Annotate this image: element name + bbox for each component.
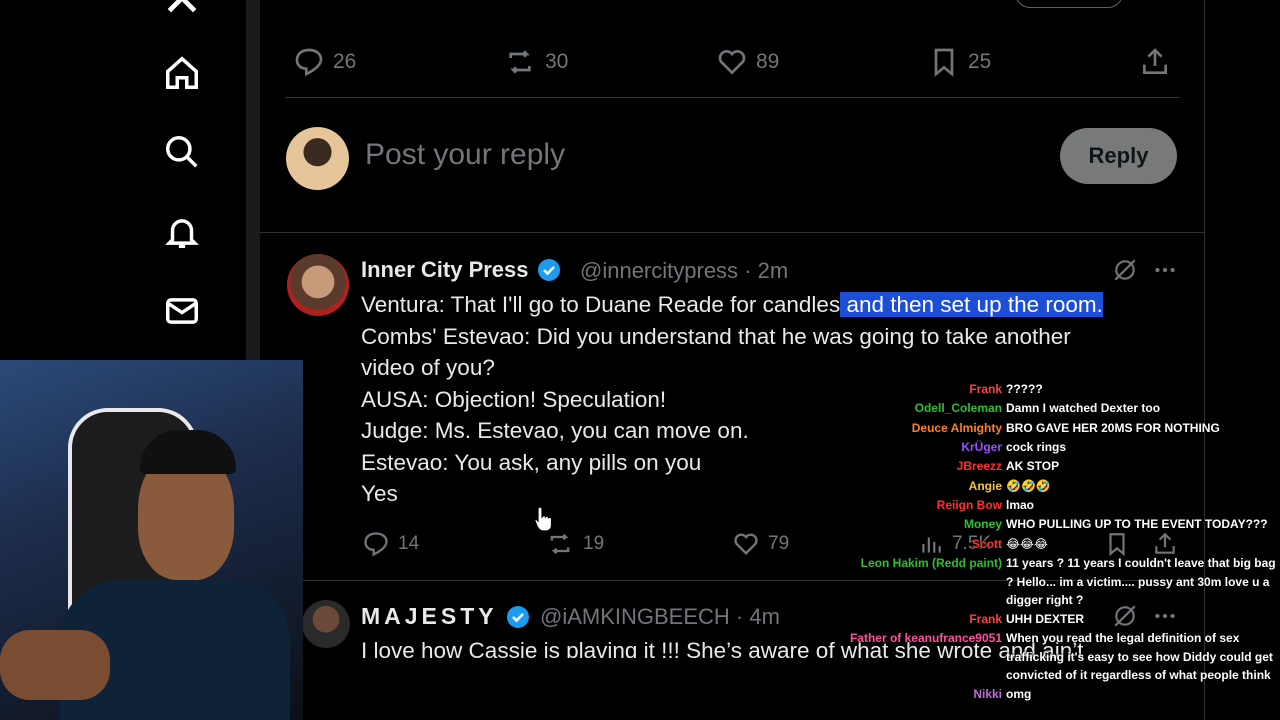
chat-username: Frank bbox=[969, 612, 1002, 626]
reply-action[interactable]: 26 bbox=[293, 46, 356, 78]
notifications-icon[interactable] bbox=[162, 212, 202, 252]
tweet-line: video of you? bbox=[361, 355, 495, 380]
selected-text: and then set up the room. bbox=[840, 292, 1103, 317]
chat-username: Father of keanufrance9051 bbox=[849, 631, 1002, 645]
heart-icon bbox=[734, 533, 758, 555]
repost-action[interactable]: 19 bbox=[545, 530, 604, 558]
repost-icon bbox=[550, 533, 570, 555]
x-logo-icon[interactable] bbox=[162, 0, 202, 18]
author-name: MAJESTY bbox=[361, 603, 498, 629]
search-icon[interactable] bbox=[162, 132, 202, 172]
tweet-line: Combs' Estevao: Did you understand that … bbox=[361, 323, 1071, 349]
chat-username: Scott bbox=[972, 537, 1002, 551]
share-icon bbox=[1143, 48, 1167, 74]
reply-button[interactable]: Reply bbox=[1060, 128, 1177, 184]
repost-action[interactable]: 30 bbox=[503, 46, 568, 78]
top-button[interactable] bbox=[1015, 0, 1123, 8]
hand-cursor-icon bbox=[534, 506, 553, 532]
author-name: Inner City Press bbox=[361, 257, 529, 282]
repost-count: 30 bbox=[545, 50, 569, 73]
bookmark-count: 25 bbox=[968, 50, 992, 73]
like-count: 79 bbox=[768, 533, 790, 554]
chat-username: Odell_Coleman bbox=[914, 401, 1002, 415]
verified-badge-icon bbox=[537, 259, 560, 281]
streamer-arm bbox=[0, 630, 110, 700]
home-icon[interactable] bbox=[162, 53, 202, 93]
grok-icon[interactable] bbox=[1112, 257, 1138, 283]
reply-input[interactable]: Post your reply bbox=[365, 138, 565, 172]
chat-text: AK STOP bbox=[1006, 459, 1060, 473]
tweet-handle-time[interactable]: @iAMKINGBEECH · 4m bbox=[540, 604, 780, 630]
chat-text: 😂😂😂 bbox=[1006, 537, 1049, 551]
like-action[interactable]: 79 bbox=[732, 530, 789, 558]
reply-icon bbox=[364, 532, 388, 557]
chat-text: lmao bbox=[1006, 498, 1035, 512]
chat-username: Deuce Almighty bbox=[911, 421, 1002, 435]
chat-username: Leon Hakim (Redd paint) bbox=[860, 556, 1002, 570]
reply-count: 14 bbox=[398, 533, 420, 554]
tweet-avatar[interactable] bbox=[302, 600, 350, 648]
repost-icon bbox=[509, 50, 531, 74]
chat-username: Frank bbox=[969, 382, 1002, 396]
bookmark-icon bbox=[934, 48, 954, 77]
chat-text: ????? bbox=[1006, 382, 1043, 396]
chat-text: When you read the legal definition of se… bbox=[1006, 631, 1273, 682]
chat-text: UHH DEXTER bbox=[1006, 612, 1085, 626]
reply-count: 26 bbox=[333, 50, 357, 73]
chat-username: Reiign Bow bbox=[936, 498, 1002, 512]
chat-username: Angie bbox=[968, 479, 1002, 493]
chat-text: BRO GAVE HER 20MS FOR NOTHING bbox=[1006, 421, 1220, 435]
divider bbox=[285, 97, 1180, 98]
more-icon[interactable] bbox=[1152, 257, 1178, 283]
chat-text: WHO PULLING UP TO THE EVENT TODAY??? bbox=[1006, 517, 1268, 531]
streamer-cap bbox=[140, 430, 236, 474]
tweet-author[interactable]: Inner City Press bbox=[361, 257, 561, 283]
repost-count: 19 bbox=[583, 533, 605, 554]
tweet-avatar[interactable] bbox=[287, 254, 349, 316]
reply-action[interactable]: 14 bbox=[362, 530, 419, 558]
verified-badge-icon bbox=[506, 605, 529, 628]
chat-text: 🤣🤣🤣 bbox=[1006, 479, 1051, 493]
like-action[interactable]: 89 bbox=[716, 46, 779, 78]
chat-text: omg bbox=[1006, 687, 1032, 701]
tweet-author[interactable]: MAJESTY bbox=[361, 603, 530, 630]
chat-username: Money bbox=[963, 517, 1002, 531]
heart-icon bbox=[718, 50, 746, 75]
like-count: 89 bbox=[756, 50, 780, 73]
chat-text: 11 years ? 11 years I couldn't leave tha… bbox=[1006, 556, 1276, 607]
messages-icon[interactable] bbox=[162, 291, 202, 331]
tweet-handle-time[interactable]: @innercitypress · 2m bbox=[580, 258, 788, 284]
webcam-overlay bbox=[0, 360, 303, 720]
chat-text: Damn I watched Dexter too bbox=[1006, 401, 1161, 415]
bookmark-action[interactable]: 25 bbox=[928, 46, 991, 78]
reply-icon bbox=[295, 48, 323, 77]
chat-text: cock rings bbox=[1006, 440, 1067, 454]
tweet-line: Ventura: That I'll go to Duane Reade for… bbox=[361, 292, 1103, 317]
divider bbox=[260, 232, 1205, 233]
chat-username: Nikki bbox=[973, 687, 1002, 701]
chat-username: KrÜger bbox=[961, 440, 1002, 454]
user-avatar[interactable] bbox=[286, 127, 349, 190]
share-action[interactable] bbox=[1139, 46, 1171, 78]
chat-username: JBreezz bbox=[956, 459, 1002, 473]
